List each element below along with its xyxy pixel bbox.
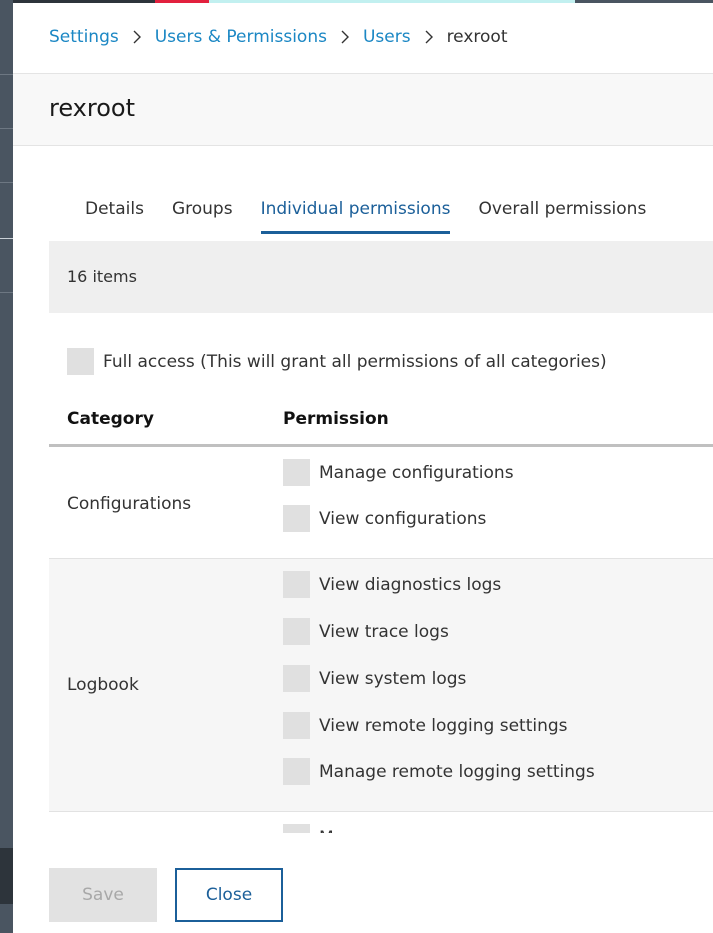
tab-individual-permissions[interactable]: Individual permissions [260,199,451,234]
permission-option[interactable]: View trace logs [283,618,449,645]
permission-option[interactable]: View diagnostics logs [283,571,501,598]
full-access-option[interactable]: Full access (This will grant all permiss… [67,348,607,375]
breadcrumb-settings[interactable]: Settings [49,27,119,47]
permission-checkbox[interactable] [283,459,310,486]
page-header: rexroot [13,73,713,146]
nav-divider [0,74,13,75]
permission-label: Manage remote logging settings [319,761,595,782]
table-row: Logbook View diagnostics logs View trace… [49,559,713,812]
table-row: M [49,812,713,833]
permission-option[interactable]: Manage configurations [283,459,514,486]
nav-active-block [0,848,13,904]
permission-checkbox[interactable] [283,824,310,833]
permission-label: View trace logs [319,621,449,642]
permission-option[interactable]: View remote logging settings [283,712,568,739]
tab-bar: Details Groups Individual permissions Ov… [85,199,674,234]
breadcrumb-current: rexroot [446,27,508,47]
breadcrumb-users[interactable]: Users [363,27,411,47]
chevron-right-icon [327,30,363,44]
column-header-category: Category [67,409,154,429]
tab-overall-permissions[interactable]: Overall permissions [478,199,646,234]
permission-label: View remote logging settings [319,715,568,736]
chevron-right-icon [119,30,155,44]
nav-divider [0,238,13,239]
left-navigation-strip [0,0,13,933]
permission-label: View system logs [319,668,467,689]
save-button[interactable]: Save [49,868,157,922]
breadcrumb-users-permissions[interactable]: Users & Permissions [155,27,327,47]
permission-checkbox[interactable] [283,758,310,785]
tab-details[interactable]: Details [85,199,144,234]
items-count-bar: 16 items [49,241,713,313]
chevron-right-icon [411,30,447,44]
column-header-permission: Permission [283,409,389,429]
permission-checkbox[interactable] [283,712,310,739]
permission-label: View diagnostics logs [319,574,502,595]
items-count: 16 items [67,267,137,286]
permission-option[interactable]: View configurations [283,505,486,532]
nav-divider [0,182,13,183]
page-title: rexroot [49,94,136,122]
permission-checkbox[interactable] [283,665,310,692]
permission-label: M [319,828,334,834]
full-access-label: Full access (This will grant all permiss… [103,351,607,372]
nav-divider [0,128,13,129]
category-label: Configurations [67,494,192,514]
table-row: Configurations Manage configurations Vie… [49,447,713,559]
category-label: Logbook [67,675,139,695]
full-access-checkbox[interactable] [67,348,94,375]
breadcrumb: Settings Users & Permissions Users rexro… [49,27,507,47]
permission-option[interactable]: M [283,824,334,833]
permission-checkbox[interactable] [283,571,310,598]
nav-divider [0,292,13,293]
permission-option[interactable]: View system logs [283,665,466,692]
permissions-table-body[interactable]: Configurations Manage configurations Vie… [49,447,713,833]
permission-label: Manage configurations [319,462,514,483]
tab-groups[interactable]: Groups [172,199,233,234]
permission-checkbox[interactable] [283,618,310,645]
permission-label: View configurations [319,508,487,529]
main-panel: Settings Users & Permissions Users rexro… [13,3,713,933]
permission-option[interactable]: Manage remote logging settings [283,758,595,785]
permission-checkbox[interactable] [283,505,310,532]
close-button[interactable]: Close [175,868,283,922]
table-header: Category Permission [49,403,713,447]
